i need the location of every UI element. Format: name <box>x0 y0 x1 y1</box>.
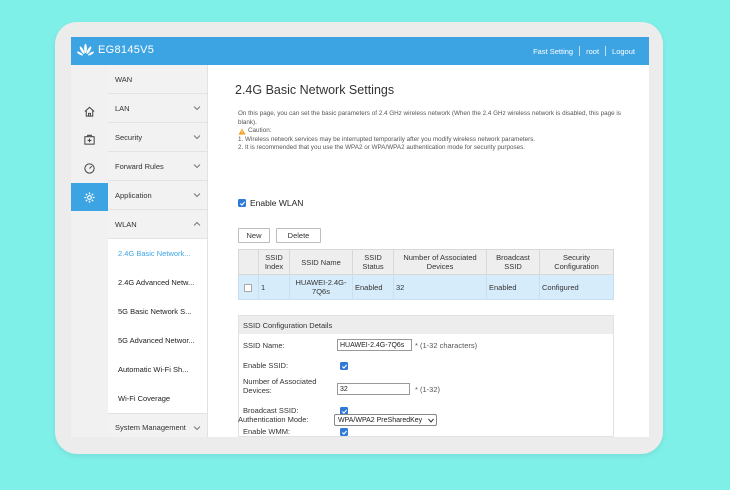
ssid-table: SSID Index SSID Name SSID Status Number … <box>238 249 614 300</box>
chevron-down-icon <box>193 106 201 111</box>
router-web-ui: EG8145V5 Fast Setting root Logout WAN LA… <box>71 37 649 437</box>
ssid-name-hint: * (1-32 characters) <box>415 341 478 350</box>
authentication-mode-label: Authentication Mode: <box>238 415 309 424</box>
rail-home[interactable] <box>71 97 108 125</box>
new-button[interactable]: New <box>238 228 270 243</box>
chevron-down-icon <box>428 418 434 423</box>
user-link[interactable]: root <box>586 47 599 56</box>
table-cell: Configured <box>539 274 614 300</box>
page-description: On this page, you can set the basic para… <box>238 110 621 126</box>
column-header: SSID Status <box>352 249 394 275</box>
huawei-logo-icon <box>77 43 94 56</box>
rail-status[interactable] <box>71 154 108 182</box>
submenu-wifi-coverage[interactable]: Wi-Fi Coverage <box>108 384 207 413</box>
delete-button[interactable]: Delete <box>276 228 321 243</box>
rail-diagnose[interactable] <box>71 125 108 153</box>
menu-item-label: System Management <box>115 423 186 432</box>
gauge-icon <box>84 162 95 174</box>
gear-icon <box>84 191 95 203</box>
checkmark-icon <box>341 430 347 435</box>
caution-item: 1. Wireless network services may be inte… <box>238 135 536 143</box>
ssid-name-input[interactable]: HUAWEI-2.4G-7Q6s <box>337 339 412 351</box>
side-menu: WAN LAN Security Forward Rules Applicati… <box>108 65 208 437</box>
icon-rail <box>71 65 109 437</box>
table-cell: 1 <box>258 274 290 300</box>
table-cell: Enabled <box>352 274 394 300</box>
table-row[interactable]: 1 HUAWEI-2.4G-7Q6s Enabled 32 Enabled Co… <box>238 274 614 300</box>
menu-item-lan[interactable]: LAN <box>108 94 207 123</box>
column-header: SSID Name <box>289 249 353 275</box>
divider <box>605 46 607 56</box>
column-header: Security Configuration <box>539 249 614 275</box>
chevron-up-icon <box>193 221 201 226</box>
warning-icon <box>238 128 246 135</box>
column-header: Number of Associated Devices <box>393 249 487 275</box>
caution-label: Caution: <box>248 127 272 134</box>
home-icon <box>84 106 95 117</box>
associated-devices-input[interactable]: 32 <box>337 383 410 395</box>
device-model: EG8145V5 <box>98 44 155 56</box>
menu-item-label: LAN <box>115 103 130 113</box>
broadcast-ssid-label: Broadcast SSID: <box>243 406 299 415</box>
checkmark-icon <box>239 201 245 206</box>
menu-item-wlan[interactable]: WLAN <box>108 210 207 239</box>
enable-wlan-label: Enable WLAN <box>250 198 304 208</box>
submenu-24g-advanced[interactable]: 2.4G Advanced Netw... <box>108 268 207 297</box>
menu-item-label: Security <box>115 132 143 142</box>
menu-item-label: WLAN <box>115 219 137 229</box>
logout-link[interactable]: Logout <box>612 47 635 56</box>
checkmark-icon <box>341 364 347 369</box>
menu-item-system-management[interactable]: System Management <box>108 413 207 437</box>
table-cell: Enabled <box>486 274 540 300</box>
enable-wlan-checkbox[interactable] <box>238 199 246 207</box>
menu-item-wan[interactable]: WAN <box>108 65 207 94</box>
caution-item: 2. It is recommended that you use the WP… <box>238 144 525 151</box>
page-description-block: On this page, you can set the basic para… <box>238 110 623 153</box>
ssid-name-label: SSID Name: <box>243 341 285 350</box>
fast-setting-link[interactable]: Fast Setting <box>533 47 573 56</box>
rail-advanced[interactable] <box>71 183 108 211</box>
page-title: 2.4G Basic Network Settings <box>235 83 395 97</box>
menu-item-label: WAN <box>115 74 133 84</box>
select-column-header <box>238 249 259 275</box>
medkit-icon <box>84 134 95 145</box>
menu-item-security[interactable]: Security <box>108 123 207 152</box>
row-checkbox[interactable] <box>243 283 252 292</box>
submenu-24g-basic[interactable]: 2.4G Basic Network... <box>108 239 207 268</box>
enable-wlan-row: Enable WLAN <box>238 198 303 208</box>
chevron-down-icon <box>193 426 201 431</box>
associated-devices-hint: * (1-32) <box>415 385 441 394</box>
config-heading: SSID Configuration Details <box>239 316 613 334</box>
enable-ssid-checkbox[interactable] <box>340 362 348 370</box>
top-links: Fast Setting root Logout <box>533 46 635 56</box>
column-header: SSID Index <box>258 249 290 275</box>
column-header: Broadcast SSID <box>486 249 540 275</box>
chevron-down-icon <box>193 135 201 140</box>
submenu-5g-advanced[interactable]: 5G Advanced Networ... <box>108 326 207 355</box>
menu-item-label: Forward Rules <box>115 161 164 171</box>
menu-item-forward-rules[interactable]: Forward Rules <box>108 152 207 181</box>
enable-ssid-label: Enable SSID: <box>243 361 289 370</box>
chevron-down-icon <box>193 164 201 169</box>
enable-wmm-label: Enable WMM: <box>243 427 291 436</box>
caution-line: Caution: <box>238 127 623 136</box>
associated-devices-label: Number of Associated Devices: <box>243 377 317 395</box>
submenu-auto-wifi-sharing[interactable]: Automatic Wi-Fi Sh... <box>108 355 207 384</box>
authentication-mode-value: WPA/WPA2 PreSharedKey <box>338 416 423 424</box>
chevron-down-icon <box>193 193 201 198</box>
main-content: 2.4G Basic Network Settings On this page… <box>208 65 649 437</box>
divider <box>579 46 581 56</box>
table-cell: 32 <box>393 274 487 300</box>
menu-item-application[interactable]: Application <box>108 181 207 210</box>
menu-item-label: Application <box>115 190 152 200</box>
top-bar: EG8145V5 Fast Setting root Logout <box>71 37 649 65</box>
table-cell: HUAWEI-2.4G-7Q6s <box>289 274 353 300</box>
row-select-cell[interactable] <box>238 274 259 300</box>
authentication-mode-select[interactable]: WPA/WPA2 PreSharedKey <box>334 414 437 426</box>
table-header-row: SSID Index SSID Name SSID Status Number … <box>238 249 614 275</box>
enable-wmm-checkbox[interactable] <box>340 428 348 436</box>
submenu-5g-basic[interactable]: 5G Basic Network S... <box>108 297 207 326</box>
